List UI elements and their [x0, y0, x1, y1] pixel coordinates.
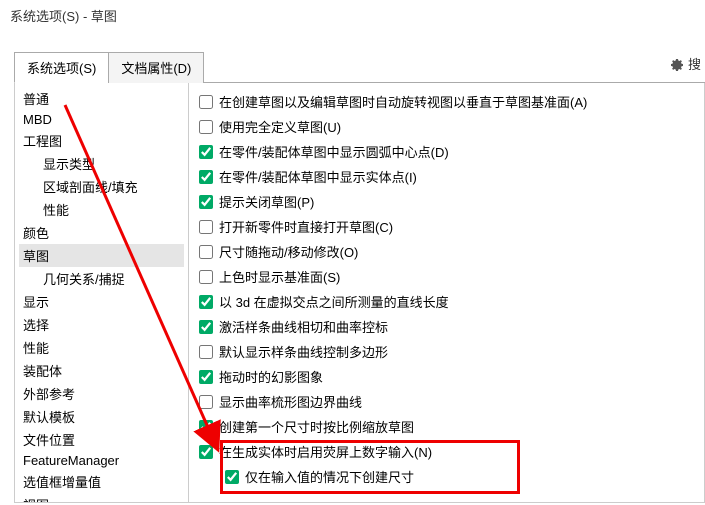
- sidebar-item-16[interactable]: FeatureManager: [19, 451, 184, 470]
- option-label-10: 默认显示样条曲线控制多边形: [219, 342, 388, 361]
- option-row-4[interactable]: 提示关闭草图(P): [189, 189, 704, 214]
- option-label-7: 上色时显示基准面(S): [219, 267, 340, 286]
- option-checkbox-3[interactable]: [199, 170, 213, 184]
- sidebar-item-10[interactable]: 选择: [19, 313, 184, 336]
- option-row-11[interactable]: 拖动时的幻影图象: [189, 364, 704, 389]
- option-label-11: 拖动时的幻影图象: [219, 367, 323, 386]
- option-checkbox-7[interactable]: [199, 270, 213, 284]
- sidebar-item-8[interactable]: 几何关系/捕捉: [19, 267, 184, 290]
- sidebar-item-7[interactable]: 草图: [19, 244, 184, 267]
- option-row-10[interactable]: 默认显示样条曲线控制多边形: [189, 339, 704, 364]
- option-checkbox-0[interactable]: [199, 95, 213, 109]
- option-label-4: 提示关闭草图(P): [219, 192, 314, 211]
- option-row-12[interactable]: 显示曲率梳形图边界曲线: [189, 389, 704, 414]
- sidebar-item-0[interactable]: 普通: [19, 87, 184, 110]
- option-row-9[interactable]: 激活样条曲线相切和曲率控标: [189, 314, 704, 339]
- option-checkbox-8[interactable]: [199, 295, 213, 309]
- sidebar-item-18[interactable]: 视图: [19, 493, 184, 502]
- option-label-1: 使用完全定义草图(U): [219, 117, 341, 136]
- option-checkbox-10[interactable]: [199, 345, 213, 359]
- sidebar-item-15[interactable]: 文件位置: [19, 428, 184, 451]
- option-label-8: 以 3d 在虚拟交点之间所测量的直线长度: [219, 292, 449, 311]
- sidebar-item-2[interactable]: 工程图: [19, 129, 184, 152]
- sidebar-item-17[interactable]: 选值框增量值: [19, 470, 184, 493]
- sidebar-item-13[interactable]: 外部参考: [19, 382, 184, 405]
- option-label-15: 仅在输入值的情况下创建尺寸: [245, 467, 414, 486]
- option-checkbox-2[interactable]: [199, 145, 213, 159]
- option-checkbox-15[interactable]: [225, 470, 239, 484]
- sidebar-item-1[interactable]: MBD: [19, 110, 184, 129]
- option-label-3: 在零件/装配体草图中显示实体点(I): [219, 167, 417, 186]
- sidebar-item-9[interactable]: 显示: [19, 290, 184, 313]
- window-title: 系统选项(S) - 草图: [0, 0, 705, 31]
- option-checkbox-6[interactable]: [199, 245, 213, 259]
- option-checkbox-1[interactable]: [199, 120, 213, 134]
- sidebar-item-14[interactable]: 默认模板: [19, 405, 184, 428]
- option-row-14[interactable]: 在生成实体时启用荧屏上数字输入(N): [189, 439, 704, 464]
- option-label-2: 在零件/装配体草图中显示圆弧中心点(D): [219, 142, 449, 161]
- option-label-9: 激活样条曲线相切和曲率控标: [219, 317, 388, 336]
- option-label-14: 在生成实体时启用荧屏上数字输入(N): [219, 442, 432, 461]
- content-area: 普通MBD工程图显示类型区域剖面线/填充性能颜色草图几何关系/捕捉显示选择性能装…: [14, 83, 705, 503]
- option-label-6: 尺寸随拖动/移动修改(O): [219, 242, 358, 261]
- option-checkbox-4[interactable]: [199, 195, 213, 209]
- option-row-6[interactable]: 尺寸随拖动/移动修改(O): [189, 239, 704, 264]
- option-row-5[interactable]: 打开新零件时直接打开草图(C): [189, 214, 704, 239]
- sidebar-item-6[interactable]: 颜色: [19, 221, 184, 244]
- sidebar-item-11[interactable]: 性能: [19, 336, 184, 359]
- option-checkbox-11[interactable]: [199, 370, 213, 384]
- option-label-13: 创建第一个尺寸时按比例缩放草图: [219, 417, 414, 436]
- option-row-3[interactable]: 在零件/装配体草图中显示实体点(I): [189, 164, 704, 189]
- options-panel: 在创建草图以及编辑草图时自动旋转视图以垂直于草图基准面(A) 使用完全定义草图(U…: [189, 83, 704, 502]
- option-label-12: 显示曲率梳形图边界曲线: [219, 392, 362, 411]
- tab-1[interactable]: 文档属性(D): [108, 52, 204, 83]
- option-row-15[interactable]: 仅在输入值的情况下创建尺寸: [189, 464, 704, 489]
- option-row-13[interactable]: 创建第一个尺寸时按比例缩放草图: [189, 414, 704, 439]
- tab-0[interactable]: 系统选项(S): [14, 52, 109, 83]
- option-row-7[interactable]: 上色时显示基准面(S): [189, 264, 704, 289]
- option-row-8[interactable]: 以 3d 在虚拟交点之间所测量的直线长度: [189, 289, 704, 314]
- option-row-2[interactable]: 在零件/装配体草图中显示圆弧中心点(D): [189, 139, 704, 164]
- option-checkbox-14[interactable]: [199, 445, 213, 459]
- sidebar-item-4[interactable]: 区域剖面线/填充: [19, 175, 184, 198]
- option-row-0[interactable]: 在创建草图以及编辑草图时自动旋转视图以垂直于草图基准面(A): [189, 89, 704, 114]
- option-checkbox-12[interactable]: [199, 395, 213, 409]
- option-checkbox-9[interactable]: [199, 320, 213, 334]
- tab-bar: 系统选项(S)文档属性(D): [14, 51, 705, 83]
- sidebar-item-3[interactable]: 显示类型: [19, 152, 184, 175]
- option-label-5: 打开新零件时直接打开草图(C): [219, 217, 393, 236]
- option-label-0: 在创建草图以及编辑草图时自动旋转视图以垂直于草图基准面(A): [219, 92, 587, 111]
- option-checkbox-5[interactable]: [199, 220, 213, 234]
- option-checkbox-13[interactable]: [199, 420, 213, 434]
- sidebar: 普通MBD工程图显示类型区域剖面线/填充性能颜色草图几何关系/捕捉显示选择性能装…: [15, 83, 189, 502]
- sidebar-item-12[interactable]: 装配体: [19, 359, 184, 382]
- option-row-1[interactable]: 使用完全定义草图(U): [189, 114, 704, 139]
- sidebar-item-5[interactable]: 性能: [19, 198, 184, 221]
